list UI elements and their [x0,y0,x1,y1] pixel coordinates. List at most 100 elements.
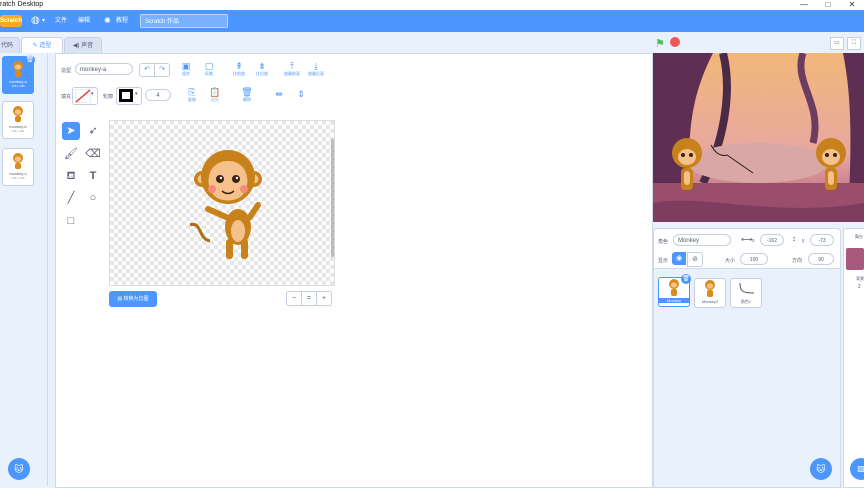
arrow-icon: ➤ [66,125,76,137]
ungroup-button[interactable]: ▢ 拆散 [198,61,220,77]
delete-button[interactable]: 🗑 删除 [236,87,258,103]
menu-tutorials[interactable]: 教程 [116,10,128,32]
costume-size: 125 x 131 [11,129,25,133]
size-input[interactable]: 100 [740,253,768,265]
fill-color-picker[interactable]: ▾ [72,87,98,105]
monkey-thumbnail [7,151,29,171]
outline-swatch-icon [119,89,133,102]
x-input[interactable]: -162 [760,234,784,246]
paint-canvas[interactable] [109,120,335,286]
paste-icon: 📋 [209,87,221,97]
y-input[interactable]: -73 [810,234,834,246]
sprite-item[interactable]: Monkey2 [694,278,726,308]
convert-to-bitmap-button[interactable]: ▨ 转换为位图 [109,291,157,307]
reshape-icon: ➶ [88,125,98,137]
circle-tool[interactable]: ○ [84,189,102,207]
globe-icon[interactable]: ◍ [31,10,40,32]
outline-color-picker[interactable]: ▾ [116,87,142,105]
text-tool[interactable]: T [84,167,102,185]
x-label: x [752,238,755,244]
stop-icon[interactable] [670,37,680,47]
reshape-tool[interactable]: ➶ [84,122,102,140]
costume-size: 123 x 136 [11,176,25,180]
green-flag-icon[interactable]: ⚑ [655,37,665,50]
monkey-costume-drawing [189,150,262,259]
stage-pane-title: 舞台 [855,234,863,239]
front-label: 放最前面 [284,71,300,76]
costume-size: 126 x 136 [11,84,25,88]
menu-file[interactable]: 文件 [55,10,67,32]
costume-name-input[interactable]: monkey-a [75,63,133,75]
backward-label: 往后放 [256,71,268,76]
maximize-button[interactable]: □ [818,0,838,10]
show-label: 显示 [658,258,669,264]
costume-item[interactable]: monkey-c 123 x 136 [2,148,34,186]
forward-label: 往前放 [233,71,245,76]
zoom-in-button[interactable]: + [316,291,332,306]
text-icon: T [89,170,97,182]
sprite-name-input[interactable]: Monkey [673,234,731,246]
backward-button[interactable]: ⇟ 往后放 [251,61,273,77]
tab-costumes[interactable]: ✎ 造型 [21,37,63,53]
group-icon: ▣ [181,61,191,71]
fill-tool[interactable]: ⛾ [62,167,80,185]
forward-button[interactable]: ⇞ 往前放 [228,61,250,77]
backdrops-count: 2 [858,284,861,290]
trash-icon: 🗑 [241,87,253,97]
zoom-out-button[interactable]: − [286,291,302,306]
close-button[interactable]: ✕ [842,0,862,10]
paste-button[interactable]: 📋 粘贴 [204,87,226,103]
y-label: y [802,238,805,244]
group-button[interactable]: ▣ 组合 [175,61,197,77]
line-tool[interactable]: ╱ [62,189,80,207]
canvas-scrollbar[interactable] [331,139,334,257]
sprite-name: Monkey [659,298,689,303]
delete-costume-icon[interactable]: 🗑 [25,55,35,65]
direction-input[interactable]: 90 [808,253,834,265]
flip-vertical-icon: ⇕ [297,89,305,99]
select-tool[interactable]: ➤ [62,122,80,140]
flip-horizontal-button[interactable]: ⇹ [268,89,290,99]
tab-code-label: 代码 [0,43,13,49]
front-button[interactable]: ⤒ 放最前面 [281,61,303,77]
back-button[interactable]: ⤓ 放最后面 [305,61,327,77]
minimize-button[interactable]: — [794,0,814,10]
tab-sounds[interactable]: ◀) 声音 [64,37,102,53]
choose-sprite-button[interactable]: 🐱 [810,458,832,480]
sprite-name: 角色1 [740,299,752,304]
redo-icon[interactable]: ↷ [154,63,170,77]
backward-icon: ⇟ [258,61,266,71]
window-title: ratch Desktop [0,1,44,8]
flip-horizontal-icon: ⇹ [275,89,283,99]
brush-tool[interactable]: 🖌 [62,145,80,163]
rectangle-tool[interactable]: □ [62,212,80,230]
small-stage-icon[interactable]: ▭ [830,37,844,50]
show-eye-icon[interactable]: ◉ [672,252,686,265]
stage[interactable] [653,53,864,222]
tab-sounds-label: 声音 [81,43,94,49]
forward-icon: ⇞ [235,61,243,71]
eraser-tool[interactable]: ⌫ [84,145,102,163]
flip-vertical-button[interactable]: ⇕ [290,89,312,99]
image-icon: ▨ [117,296,123,302]
costume-item[interactable]: monkey-b 125 x 131 [2,101,34,139]
convert-label: 转换为位图 [123,296,149,302]
undo-icon[interactable]: ↶ [139,63,155,77]
hide-eye-icon[interactable]: ⊘ [687,252,703,267]
tab-code[interactable]: 代码 [0,37,20,53]
project-title-input[interactable]: Scratch 作品 [140,14,228,28]
choose-costume-button[interactable]: 🐱 [8,458,30,480]
rectangle-icon: □ [67,215,75,227]
delete-label: 删除 [243,97,251,102]
paste-label: 粘贴 [211,97,219,102]
delete-sprite-icon[interactable]: 🗑 [681,274,691,284]
scratch-logo[interactable]: Scratch [0,15,22,27]
brush-icon: 🖌 [64,148,78,160]
sprite-item[interactable]: 角色1 [730,278,762,308]
costume-name-label: 造型 [61,68,72,74]
copy-button[interactable]: ⎘ 复制 [181,87,203,103]
outline-width-input[interactable]: 4 [145,89,171,101]
fullscreen-icon[interactable]: ⛶ [847,37,861,50]
zoom-reset-button[interactable]: = [301,291,317,306]
menu-edit[interactable]: 编辑 [78,10,90,32]
